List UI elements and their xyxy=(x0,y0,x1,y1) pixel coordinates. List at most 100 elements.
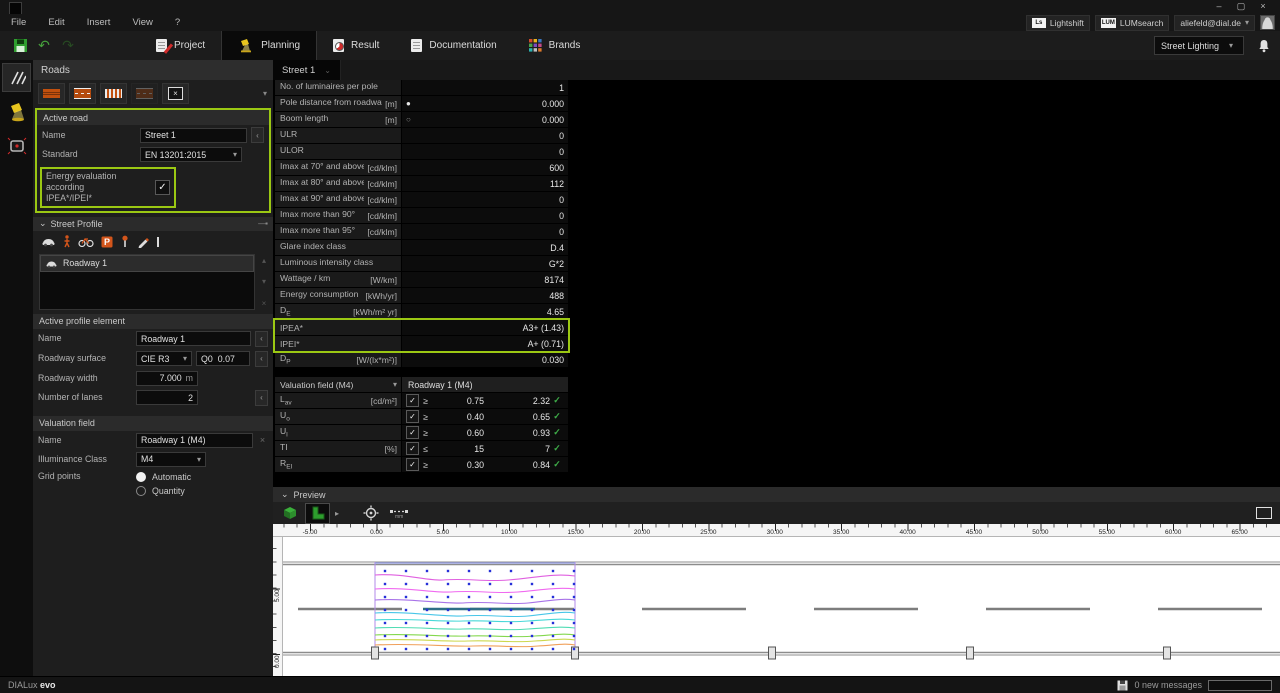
move-down-icon[interactable]: ▾ xyxy=(262,277,266,286)
save-button[interactable] xyxy=(8,35,32,57)
view-plan-button[interactable] xyxy=(305,502,330,524)
surface-select[interactable]: CIE R3 ▾ xyxy=(136,351,192,367)
criterion-row[interactable]: Lav [cd/m²] ✓ ≥ 0.75 2.32 ✓ xyxy=(275,393,568,408)
criterion-row[interactable]: TI [%] ✓ ≤ 15 7 ✓ xyxy=(275,441,568,456)
tab-project[interactable]: Project xyxy=(140,31,221,60)
mode-select[interactable]: Street Lighting ▾ xyxy=(1154,36,1244,55)
number-of-lanes-input[interactable]: 2 xyxy=(136,390,198,406)
assign-button[interactable]: ‹ xyxy=(251,127,264,143)
tab-brands[interactable]: Brands xyxy=(513,31,597,60)
expand-views-icon[interactable]: ▸ xyxy=(335,509,339,518)
property-row[interactable]: Luminous intensity class G*2 xyxy=(275,256,568,271)
property-row[interactable]: Imax at 80° and above [cd/klm] 112 xyxy=(275,176,568,191)
illuminance-class-select[interactable]: M4 ▾ xyxy=(136,451,206,467)
property-row[interactable]: ULR 0 xyxy=(275,128,568,143)
criterion-row[interactable]: REI ✓ ≥ 0.30 0.84 ✓ xyxy=(275,457,568,472)
assign-button[interactable]: ‹ xyxy=(255,350,268,367)
undo-button[interactable]: ↶ xyxy=(32,35,56,57)
property-row[interactable]: Imax more than 95° [cd/klm] 0 xyxy=(275,224,568,239)
q0-field[interactable]: Q0 0.07 xyxy=(196,351,250,367)
redo-button[interactable]: ↷ xyxy=(56,35,80,57)
street-profile-header[interactable]: ⌄ Street Profile —▪ xyxy=(33,216,273,231)
property-row[interactable]: Glare index class D.4 xyxy=(275,240,568,255)
property-row-dp[interactable]: DP [W/(lx*m²)] 0.030 xyxy=(275,352,568,367)
tab-street-1[interactable]: Street 1 ⌄ xyxy=(273,60,341,80)
maximize-button[interactable]: ▢ xyxy=(1230,0,1252,13)
criterion-checkbox[interactable]: ✓ xyxy=(406,458,419,471)
median-lamp-icon[interactable] xyxy=(120,235,130,248)
road-crosswalk-button[interactable] xyxy=(100,82,127,104)
messages-count[interactable]: 0 new messages xyxy=(1134,680,1202,690)
messages-disk-icon[interactable] xyxy=(1117,680,1128,691)
chevron-down-icon[interactable]: ▾ xyxy=(393,380,397,389)
preview-header[interactable]: ⌄ Preview xyxy=(273,487,1280,502)
pin-icon[interactable]: —▪ xyxy=(258,219,268,228)
rail-spotlight-button[interactable] xyxy=(2,97,31,126)
property-row[interactable]: DE [kWh/m² yr] 4.65 xyxy=(275,304,568,319)
property-row[interactable]: Wattage / km [W/km] 8174 xyxy=(275,272,568,287)
measure-button[interactable]: mm xyxy=(386,503,411,524)
parking-lane-icon[interactable]: P xyxy=(101,236,113,248)
notifications-bell-icon[interactable] xyxy=(1258,39,1270,53)
road-straight-button[interactable] xyxy=(38,82,65,104)
avatar[interactable] xyxy=(1260,15,1275,30)
view-3d-button[interactable] xyxy=(277,503,302,524)
lumsearch-button[interactable]: LUM LUMsearch xyxy=(1094,14,1170,31)
profile-elements-list[interactable]: Roadway 1 xyxy=(39,253,255,310)
criterion-checkbox[interactable]: ✓ xyxy=(406,394,419,407)
criterion-checkbox[interactable]: ✓ xyxy=(406,410,419,423)
cycleway-bicycle-icon[interactable] xyxy=(78,236,94,248)
roadway-width-input[interactable]: 7.000 m xyxy=(136,370,198,386)
property-row[interactable]: No. of luminaires per pole 1 xyxy=(275,80,568,95)
radio-indicator[interactable] xyxy=(406,115,416,124)
chevron-down-icon[interactable]: ▾ xyxy=(263,89,267,98)
property-row[interactable]: Imax more than 90° [cd/klm] 0 xyxy=(275,208,568,223)
criterion-checkbox[interactable]: ✓ xyxy=(406,442,419,455)
tab-documentation[interactable]: Documentation xyxy=(395,31,512,60)
account-menu[interactable]: aliefeld@dial.de ▾ xyxy=(1174,14,1255,31)
delete-road-button[interactable]: × xyxy=(162,82,189,104)
rail-calculation-object-button[interactable] xyxy=(2,131,31,160)
menu-view[interactable]: View xyxy=(121,17,163,28)
grid-automatic-radio[interactable]: Automatic xyxy=(136,471,191,483)
profile-name-input[interactable]: Roadway 1 xyxy=(136,331,251,347)
criterion-checkbox[interactable]: ✓ xyxy=(406,426,419,439)
property-row[interactable]: Imax at 90° and above [cd/klm] 0 xyxy=(275,192,568,207)
standard-select[interactable]: EN 13201:2015 ▾ xyxy=(140,147,242,162)
menu-edit[interactable]: Edit xyxy=(37,17,75,28)
road-name-input[interactable]: Street 1 xyxy=(140,127,247,143)
move-up-icon[interactable]: ▴ xyxy=(262,256,266,265)
lightshift-button[interactable]: Ls Lightshift xyxy=(1025,14,1090,31)
road-dashed-button[interactable] xyxy=(69,82,96,104)
menu-file[interactable]: File xyxy=(0,17,37,28)
energy-evaluation-checkbox[interactable]: ✓ xyxy=(155,179,170,195)
rail-roads-button[interactable] xyxy=(2,63,31,92)
property-row[interactable]: IPEI* A+ (0.71) xyxy=(275,336,568,351)
criterion-row[interactable]: Uo ✓ ≥ 0.40 0.65 ✓ xyxy=(275,409,568,424)
grid-quantity-radio[interactable]: Quantity xyxy=(136,485,191,497)
maximize-preview-button[interactable] xyxy=(1256,507,1272,519)
assign-button[interactable]: ‹ xyxy=(255,330,268,347)
property-row[interactable]: ULOR 0 xyxy=(275,144,568,159)
radio-indicator[interactable] xyxy=(406,99,416,108)
property-row[interactable]: Energy consumption [kWh/yr] 488 xyxy=(275,288,568,303)
roadway-car-icon[interactable] xyxy=(41,236,56,247)
valuation-field-row[interactable]: Valuation field (M4) ▾ Roadway 1 (M4) xyxy=(275,377,568,392)
menu-help[interactable]: ? xyxy=(164,17,191,28)
clear-icon[interactable]: × xyxy=(257,435,268,445)
preview-canvas[interactable]: 5.00 0.00 xyxy=(273,537,1280,677)
tab-result[interactable]: Result xyxy=(317,31,395,60)
assign-button[interactable]: ‹ xyxy=(255,389,268,406)
divider-icon[interactable] xyxy=(156,236,160,248)
property-row[interactable]: Imax at 70° and above [cd/klm] 600 xyxy=(275,160,568,175)
focus-button[interactable] xyxy=(358,503,383,524)
remove-item-icon[interactable]: × xyxy=(262,299,267,308)
minimize-button[interactable]: – xyxy=(1208,0,1230,13)
walkway-pedestrian-icon[interactable] xyxy=(63,235,71,248)
tab-planning[interactable]: Planning xyxy=(221,31,318,60)
edit-pen-icon[interactable] xyxy=(137,236,149,248)
criterion-row[interactable]: Ul ✓ ≥ 0.60 0.93 ✓ xyxy=(275,425,568,440)
property-row[interactable]: IPEA* A3+ (1.43) xyxy=(275,320,568,335)
property-row[interactable]: Pole distance from roadway [m] 0.000 xyxy=(275,96,568,111)
menu-insert[interactable]: Insert xyxy=(76,17,122,28)
